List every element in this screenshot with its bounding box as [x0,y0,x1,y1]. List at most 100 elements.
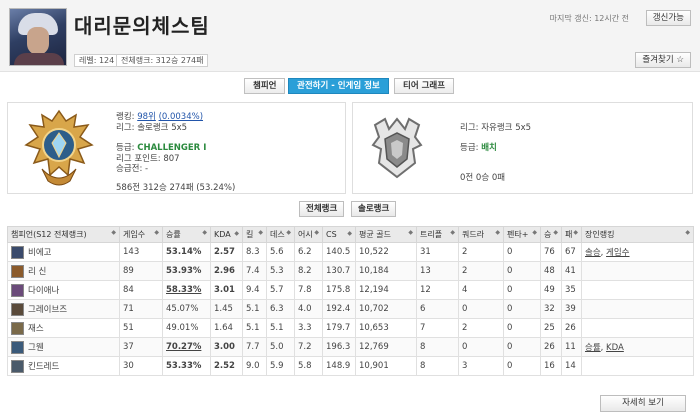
col-header-quadra[interactable]: 쿼드라 ◆ [458,226,504,243]
cell-winrate: 70.27% [162,337,211,357]
cell-games: 89 [119,261,163,281]
col-header-triple[interactable]: 트리플 ◆ [416,226,459,243]
col-header-losses[interactable]: 패 ◆ [561,226,582,243]
cell-winrate: 45.07% [162,299,211,319]
cell-champion[interactable]: 그레이브즈 [7,299,120,319]
cell-champion[interactable]: 리 신 [7,261,120,281]
cell-deaths: 5.3 [266,261,295,281]
col-header-kda[interactable]: KDA ◆ [210,226,243,243]
cell-wins: 25 [540,318,562,338]
cell-gold: 10,184 [355,261,417,281]
tab-champion[interactable]: 챔피언 [244,78,286,94]
cell-gold: 10,702 [355,299,417,319]
champion-name: 리 신 [28,266,47,277]
cell-games: 71 [119,299,163,319]
cell-quadra: 0 [458,299,504,319]
cell-gold: 12,194 [355,280,417,300]
col-header-deaths[interactable]: 데스 ◆ [266,226,295,243]
champion-portrait-icon [11,340,24,354]
flex-rank-panel: 리그: 자유랭크 5x5 등급: 배치 0전 0승 0패 [352,102,693,194]
cell-assists: 7.8 [294,280,323,300]
col-header-champion[interactable]: 챔피언(S12 전체랭크) ◆ [7,226,120,243]
cell-assists: 3.3 [294,318,323,338]
table-row[interactable]: 킨드레드 30 53.33% 2.52 9.0 5.9 5.8 148.9 10,901 8 3 0 1… [7,356,694,376]
col-header-winrate[interactable]: 승률 ◆ [162,226,211,243]
col-header-mastery[interactable]: 장인랭킹 ◆ [581,226,694,243]
main-tabs: 챔피언 관전하기 - 인게임 정보 티어 그래프 [0,78,700,96]
champion-portrait-icon [11,245,24,259]
solo-rank-panel: 랭킹: 98위 (0.0034%) 리그: 솔로랭크 5x5 등급: CHALL… [7,102,346,194]
cell-games: 37 [119,337,163,357]
challenger-emblem-icon [24,109,94,186]
table-row[interactable]: 다이애나 84 58.33% 3.01 9.4 5.7 7.8 175.8 12,194 12 4 0… [7,280,694,300]
view-more-button[interactable]: 자세히 보기 [600,395,686,412]
table-row[interactable]: 재스 51 49.01% 1.64 5.1 5.1 3.3 179.7 10,653 7 2 0 25 2… [7,318,694,338]
cell-penta: 0 [503,280,541,300]
champion-name: 킨드레드 [28,361,60,372]
cell-champion[interactable]: 킨드레드 [7,356,120,376]
cell-winrate: 49.01% [162,318,211,338]
cell-kills: 9.0 [242,356,267,376]
table-row[interactable]: 리 신 89 53.93% 2.96 7.4 5.3 8.2 130.7 10,184 13 2 0 4… [7,261,694,281]
cell-games: 30 [119,356,163,376]
mastery-badge[interactable]: KDA [606,343,624,353]
cell-cs: 196.3 [322,337,356,357]
table-row[interactable]: 그웬 37 70.27% 3.00 7.7 5.0 7.2 196.3 12,769 8 0 0 26 1… [7,337,694,357]
cell-losses: 35 [561,280,582,300]
cell-champion[interactable]: 비에고 [7,242,120,262]
cell-gold: 12,769 [355,337,417,357]
subtab-all-rank[interactable]: 전체랭크 [299,201,345,217]
cell-penta: 0 [503,299,541,319]
cell-cs: 175.8 [322,280,356,300]
champion-name: 다이애나 [28,285,60,296]
cell-triple: 6 [416,299,459,319]
cell-mastery: 솔승, 게임수 [581,242,694,262]
cell-losses: 14 [561,356,582,376]
cell-kda: 3.01 [210,280,243,300]
cell-winrate: 53.33% [162,356,211,376]
cell-triple: 13 [416,261,459,281]
table-row[interactable]: 그레이브즈 71 45.07% 1.45 5.1 6.3 4.0 192.4 10,702 6 0 0… [7,299,694,319]
cell-assists: 5.8 [294,356,323,376]
col-header-wins[interactable]: 승 ◆ [540,226,562,243]
profile-header: 대리문의체스팀 레벨: 124 전체랭크: 312승 274패 마지막 갱신: … [0,0,700,72]
tab-spectate[interactable]: 관전하기 - 인게임 정보 [288,78,389,94]
champion-name: 비에고 [28,247,52,258]
cell-champion[interactable]: 그웬 [7,337,120,357]
table-header-row: 챔피언(S12 전체랭크) ◆ 게임수 ◆ 승률 ◆ KDA ◆ 킬 ◆ 데스 ◆ 어시 ◆ … [7,226,694,243]
cell-triple: 31 [416,242,459,262]
mastery-badge[interactable]: 게임수 [606,248,629,258]
cell-winrate: 58.33% [162,280,211,300]
tab-tier-graph[interactable]: 티어 그래프 [394,78,455,94]
cell-kills: 8.3 [242,242,267,262]
cell-triple: 12 [416,280,459,300]
cell-deaths: 5.7 [266,280,295,300]
cell-mastery: 승률, KDA [581,337,694,357]
cell-mastery [581,356,694,376]
refresh-button[interactable]: 갱신가능 [645,10,691,26]
favorite-button[interactable]: 즐겨찾기 ☆ [635,52,691,68]
col-header-assists[interactable]: 어시 ◆ [294,226,323,243]
cell-champion[interactable]: 재스 [7,318,120,338]
col-header-kills[interactable]: 킬 ◆ [242,226,267,243]
col-header-gold[interactable]: 평균 골드 ◆ [355,226,417,243]
col-header-games[interactable]: 게임수 ◆ [119,226,163,243]
cell-penta: 0 [503,242,541,262]
cell-kda: 2.96 [210,261,243,281]
cell-penta: 0 [503,356,541,376]
subtab-solo-rank[interactable]: 솔로랭크 [351,201,397,217]
table-row[interactable]: 비에고 143 53.14% 2.57 8.3 5.6 6.2 140.5 10,522 31 2 0… [7,242,694,262]
cell-cs: 140.5 [322,242,356,262]
col-header-cs[interactable]: CS ◆ [322,226,356,243]
cell-penta: 0 [503,318,541,338]
cell-deaths: 5.1 [266,318,295,338]
mastery-badge[interactable]: 승률 [585,343,601,353]
cell-mastery [581,299,694,319]
cell-triple: 8 [416,337,459,357]
col-header-penta[interactable]: 펜타+ ◆ [503,226,541,243]
cell-champion[interactable]: 다이애나 [7,280,120,300]
cell-kda: 1.64 [210,318,243,338]
cell-mastery [581,261,694,281]
cell-kills: 5.1 [242,318,267,338]
mastery-badge[interactable]: 솔승 [585,248,601,258]
